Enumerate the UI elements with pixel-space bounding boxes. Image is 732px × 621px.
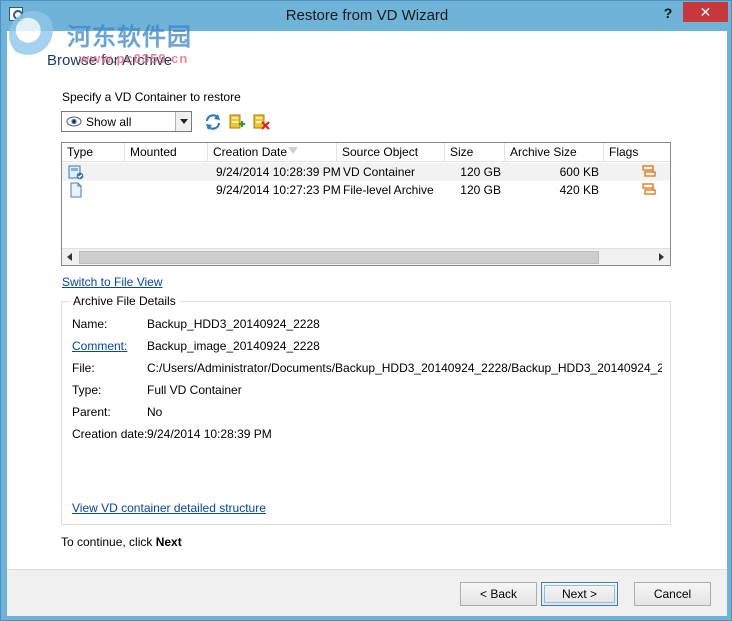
file-label: File: (72, 361, 95, 375)
horizontal-scrollbar[interactable] (62, 248, 670, 265)
cell-source-object: File-level Archive (343, 183, 434, 197)
comment-value: Backup_image_20140924_2228 (147, 339, 320, 353)
cell-size: 120 GB (460, 183, 501, 197)
column-header-size[interactable]: Size (445, 143, 505, 162)
column-header-mounted[interactable]: Mounted (125, 143, 208, 162)
cell-creation-date: 9/24/2014 10:27:23 PM (216, 183, 341, 197)
cell-creation-date: 9/24/2014 10:28:39 PM (216, 165, 341, 179)
specify-label: Specify a VD Container to restore (62, 90, 241, 104)
column-header-type[interactable]: Type (62, 143, 125, 162)
column-header-flags[interactable]: Flags (604, 143, 670, 162)
column-header-creation-date[interactable]: Creation Date (208, 143, 337, 162)
close-button[interactable]: ✕ (683, 2, 728, 22)
cell-archive-size: 600 KB (559, 165, 599, 179)
type-label: Type: (72, 383, 102, 397)
creation-date-value: 9/24/2014 10:28:39 PM (147, 427, 272, 441)
column-header-creation-date-label: Creation Date (213, 145, 288, 159)
wizard-content: Browse for Archive Specify a VD Containe… (7, 31, 727, 569)
continue-hint-text: To continue, click (61, 535, 156, 549)
cell-mounted (125, 181, 208, 199)
vd-container-icon (68, 165, 84, 180)
group-legend: Archive File Details (69, 294, 180, 308)
chevron-down-icon[interactable] (175, 112, 191, 131)
name-label: Name: (72, 317, 108, 331)
title-bar[interactable]: Restore from VD Wizard ? ✕ (1, 1, 731, 31)
type-value: Full VD Container (147, 383, 242, 397)
table-row[interactable]: 9/24/2014 10:28:39 PM VD Container 120 G… (62, 163, 670, 181)
add-container-icon[interactable] (228, 113, 246, 131)
continue-hint: To continue, click Next (61, 535, 182, 549)
flag-icon (642, 183, 656, 195)
continue-hint-next: Next (155, 535, 182, 549)
back-button[interactable]: < Back (460, 582, 537, 606)
switch-to-file-view-link[interactable]: Switch to File View (62, 275, 162, 289)
parent-value: No (147, 405, 163, 419)
creation-date-label: Creation date: (72, 427, 148, 441)
filter-dropdown-value: Show all (86, 115, 132, 129)
archive-table[interactable]: Type Mounted Creation Date Source Object… (61, 142, 671, 266)
page-title: Browse for Archive (47, 52, 173, 69)
window-title: Restore from VD Wizard (285, 7, 449, 24)
help-button[interactable]: ? (661, 4, 675, 24)
file-archive-icon (70, 182, 82, 198)
next-button[interactable]: Next > (541, 582, 618, 606)
filter-dropdown[interactable]: Show all (61, 111, 192, 132)
cancel-button[interactable]: Cancel (634, 582, 711, 606)
remove-container-icon[interactable] (252, 113, 270, 131)
file-value: C:/Users/Administrator/Documents/Backup_… (147, 361, 662, 375)
table-row[interactable]: 9/24/2014 10:27:23 PM File-level Archive… (62, 181, 670, 199)
view-structure-link[interactable]: View VD container detailed structure (72, 501, 266, 515)
scrollbar-thumb[interactable] (79, 251, 599, 264)
button-bar: < Back Next > Cancel (7, 569, 727, 616)
name-value: Backup_HDD3_20140924_2228 (147, 317, 320, 331)
cell-source-object: VD Container (343, 165, 416, 179)
cell-mounted (125, 163, 208, 181)
scroll-right-icon[interactable] (653, 249, 670, 265)
scroll-left-icon[interactable] (62, 249, 79, 265)
cell-size: 120 GB (460, 165, 501, 179)
wizard-window: Restore from VD Wizard ? ✕ Browse for Ar… (0, 0, 732, 621)
column-header-source-object[interactable]: Source Object (337, 143, 445, 162)
sort-indicator-icon (288, 147, 298, 154)
eye-icon (66, 116, 82, 127)
parent-label: Parent: (72, 405, 111, 419)
archive-file-details-group: Archive File Details Name: Backup_HDD3_2… (61, 294, 671, 525)
table-header: Type Mounted Creation Date Source Object… (62, 143, 670, 162)
flag-icon (642, 165, 656, 177)
comment-link[interactable]: Comment: (72, 339, 127, 353)
refresh-icon[interactable] (204, 113, 222, 131)
column-header-archive-size[interactable]: Archive Size (505, 143, 604, 162)
cell-archive-size: 420 KB (559, 183, 599, 197)
